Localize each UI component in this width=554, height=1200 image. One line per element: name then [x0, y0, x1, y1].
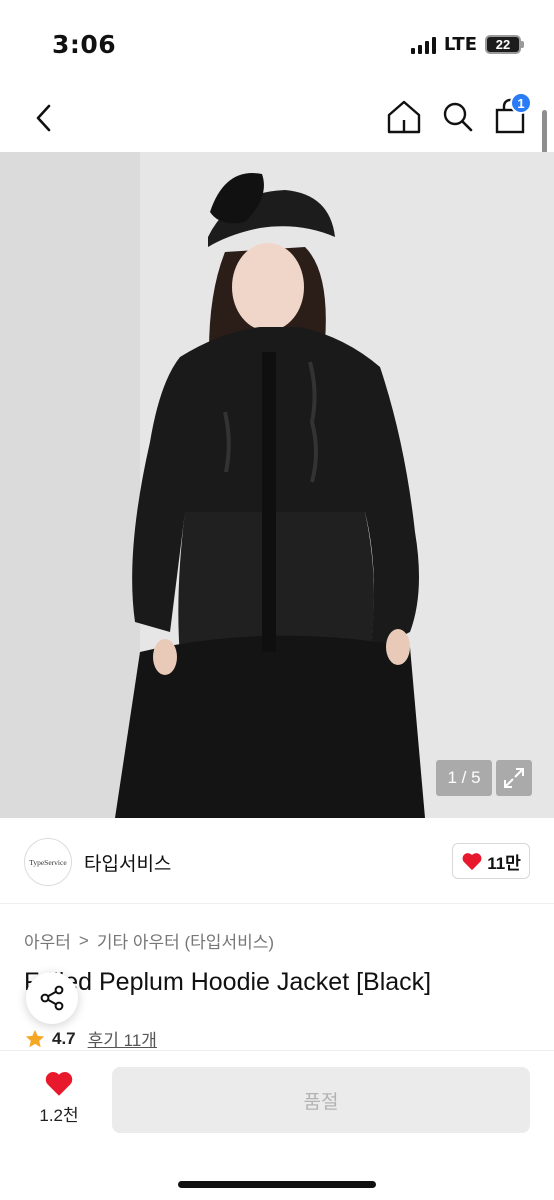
home-icon [387, 100, 421, 134]
battery-icon: 22 [485, 35, 524, 54]
network-type: LTE [443, 34, 477, 55]
battery-level: 22 [485, 35, 521, 54]
status-indicators: LTE 22 [410, 34, 524, 55]
brand-name[interactable]: 타입서비스 [84, 849, 171, 876]
brand-logo[interactable]: TypeService [24, 838, 72, 886]
breadcrumb-subcategory[interactable]: 기타 아우터 (타입서비스) [97, 928, 274, 953]
wishlist-button[interactable]: 1.2천 [24, 1069, 94, 1133]
search-button[interactable] [438, 94, 478, 138]
breadcrumb-category[interactable]: 아우터 [24, 928, 71, 953]
star-icon [25, 1029, 45, 1047]
top-nav-bar: 1 [0, 88, 554, 148]
home-indicator [178, 1181, 376, 1188]
expand-icon [504, 768, 524, 788]
back-button[interactable] [24, 96, 64, 140]
home-button[interactable] [384, 94, 424, 138]
heart-icon [462, 853, 482, 871]
product-image[interactable] [0, 152, 554, 818]
cart-count-badge: 1 [510, 92, 532, 114]
review-count-link[interactable]: 후기 11개 [88, 1026, 157, 1051]
breadcrumb: 아우터 > 기타 아우터 (타입서비스) [24, 928, 274, 953]
share-button[interactable] [26, 972, 78, 1024]
wishlist-count: 1.2천 [39, 1106, 79, 1125]
breadcrumb-separator: > [78, 930, 89, 950]
status-time: 3:06 [52, 30, 117, 59]
sold-out-button[interactable]: 품절 [112, 1067, 530, 1133]
signal-icon [410, 36, 436, 54]
rating-row: 4.7 후기 11개 [24, 1026, 157, 1051]
cart-button[interactable]: 1 [490, 92, 532, 138]
chevron-left-icon [36, 104, 51, 132]
expand-image-button[interactable] [496, 760, 532, 796]
product-title: Frilled Peplum Hoodie Jacket [Black] [24, 968, 432, 996]
heart-icon [45, 1072, 73, 1096]
image-page-counter: 1 / 5 [436, 760, 492, 796]
share-icon [40, 985, 64, 1011]
bottom-action-bar: 1.2천 품절 [0, 1050, 554, 1200]
brand-like-button[interactable]: 11만 [452, 843, 530, 879]
rating-value: 4.7 [52, 1028, 76, 1048]
status-bar: 3:06 LTE 22 [0, 0, 554, 88]
brand-row[interactable]: TypeService 타입서비스 11만 [0, 818, 554, 904]
product-photo-model [0, 152, 554, 818]
brand-like-count: 11만 [487, 853, 521, 873]
search-icon [443, 102, 473, 132]
